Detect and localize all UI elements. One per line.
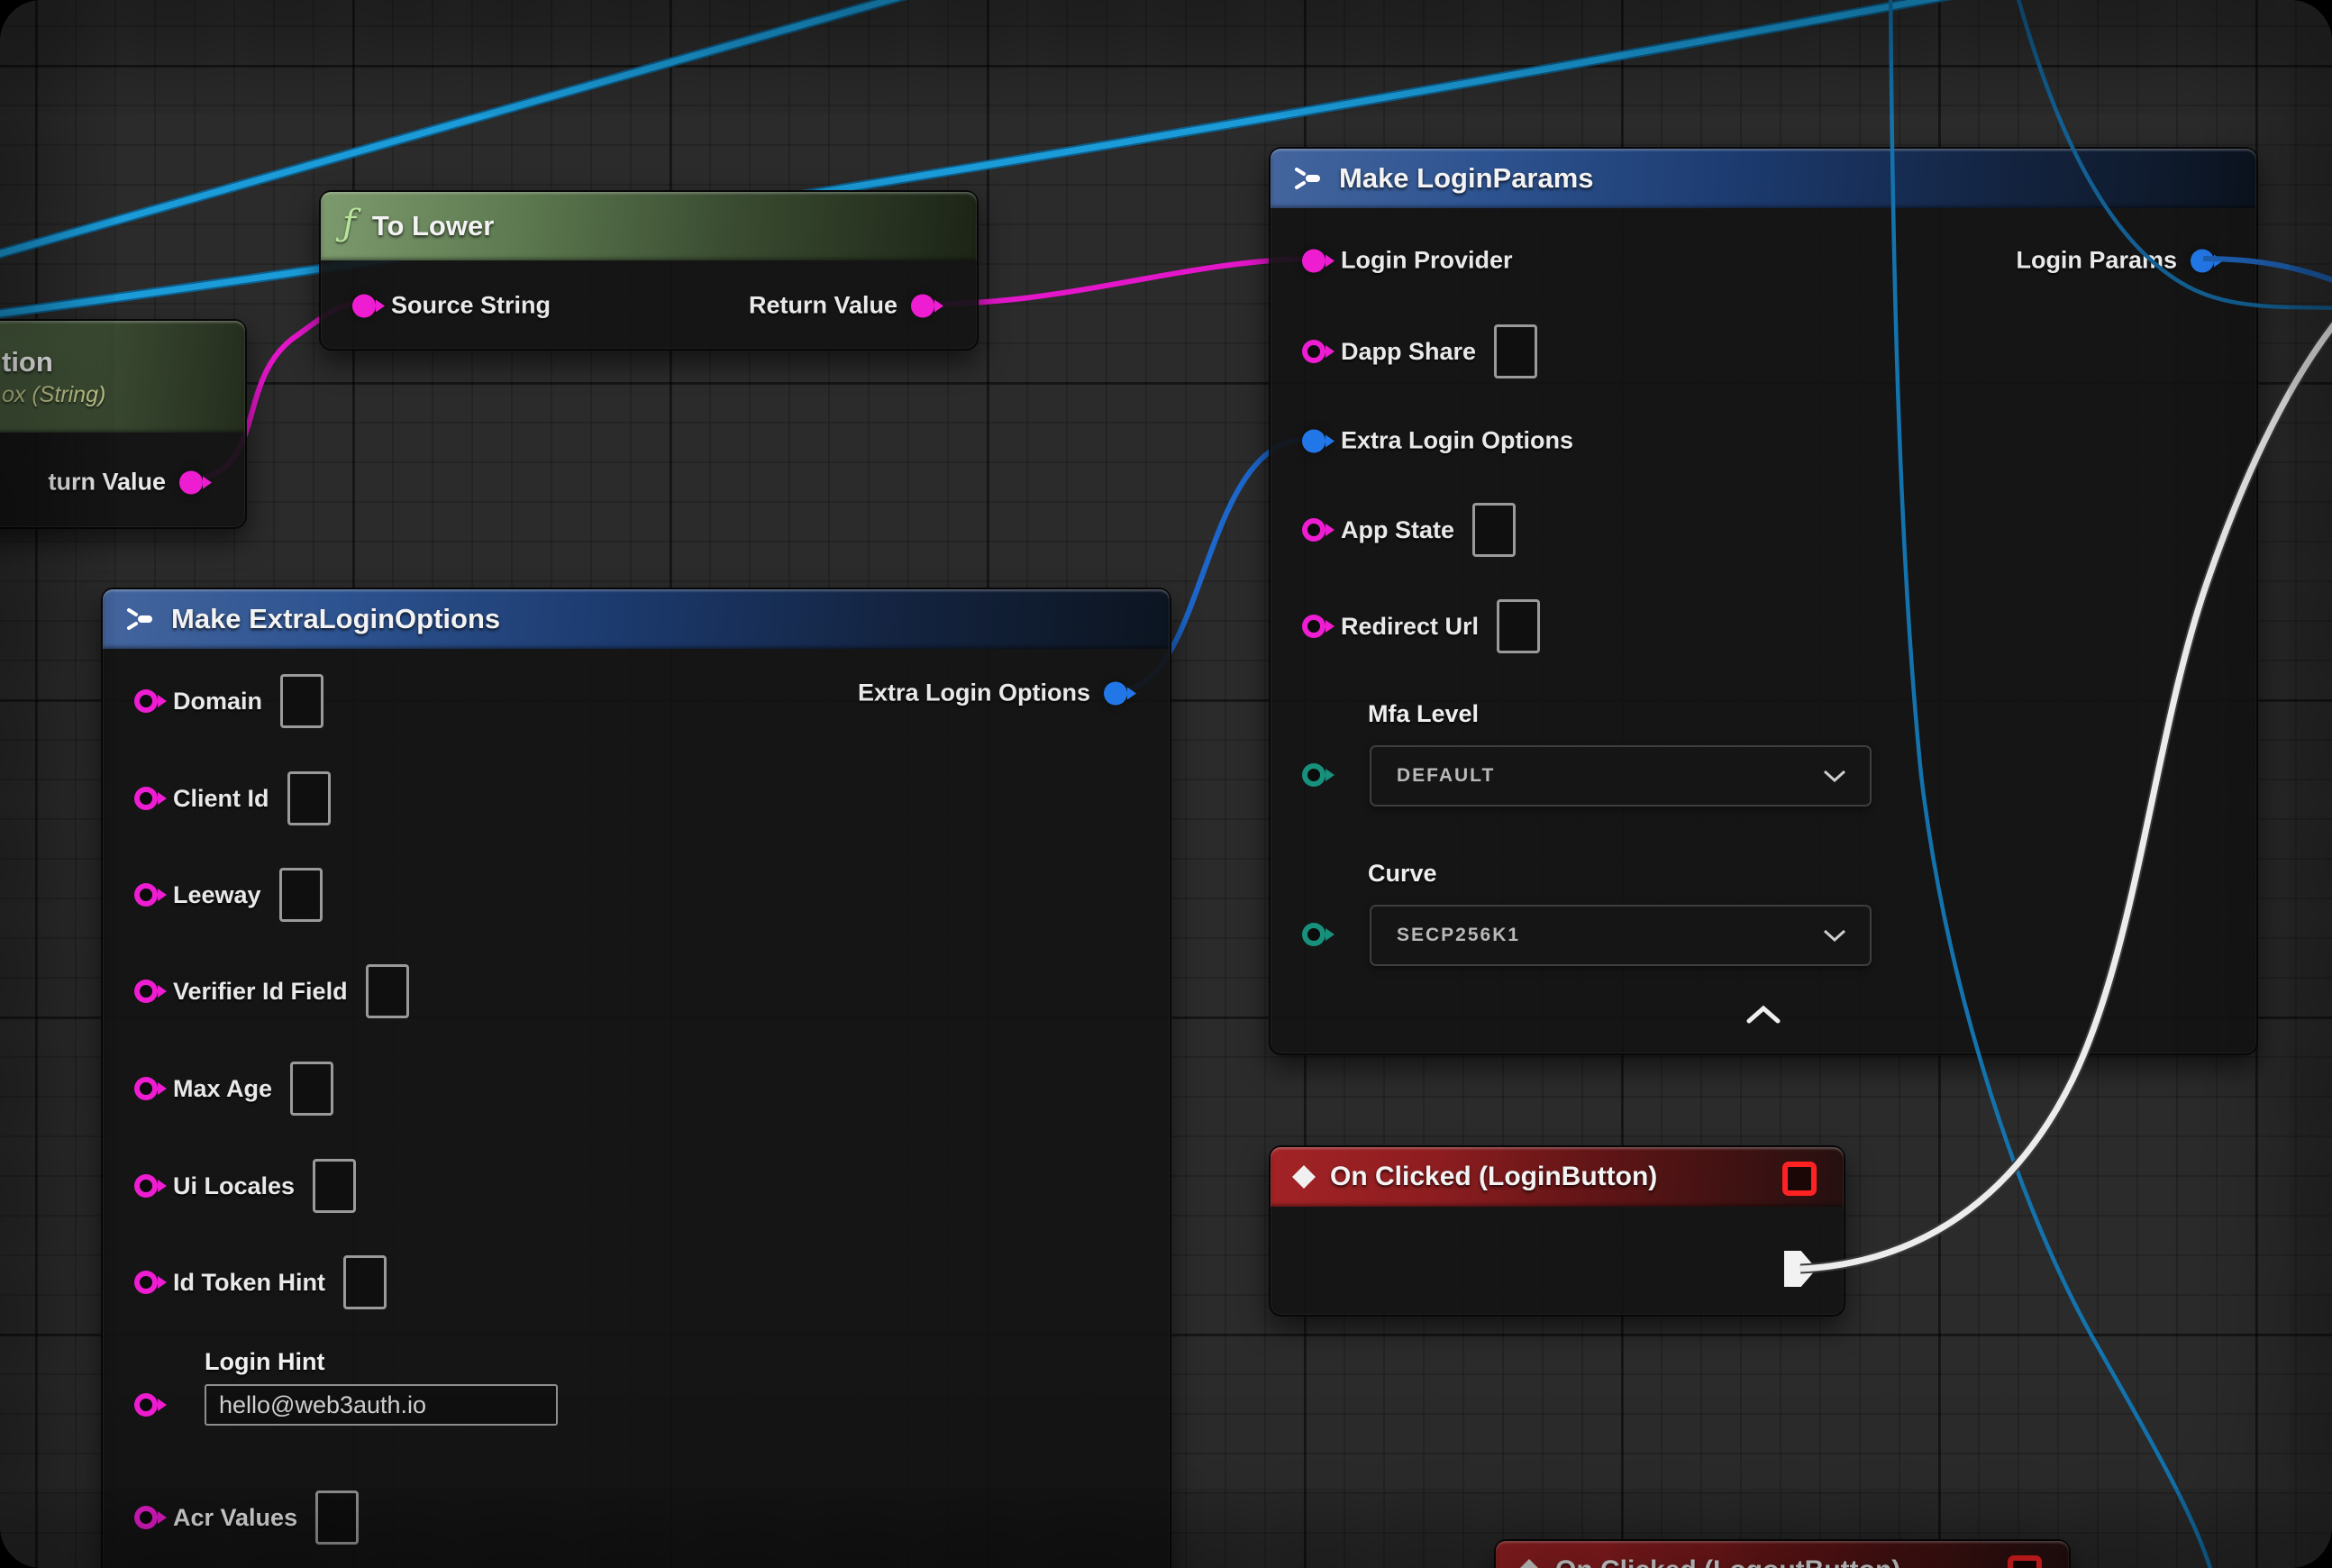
pin-row-id-token-hint: Id Token Hint [103,1255,1170,1309]
max-age-value-box[interactable] [290,1062,333,1116]
pin-label: Id Token Hint [173,1269,325,1297]
app-state-pin[interactable] [1302,518,1325,542]
login-hint-value: hello@web3auth.io [219,1391,426,1419]
login-hint-label: Login Hint [205,1348,324,1376]
mfa-level-dropdown[interactable]: DEFAULT [1370,745,1872,807]
verifier-id-field-value-box[interactable] [366,964,409,1018]
blueprint-graph-canvas[interactable]: tion ox (String) turn Value ƒ To Lower S… [0,0,2332,1568]
collapse-chevron-icon[interactable] [1745,1005,1781,1025]
chevron-down-icon [1823,769,1846,783]
domain-value-box[interactable] [280,674,323,728]
dapp-share-value-box[interactable] [1494,324,1537,378]
login-hint-input[interactable]: hello@web3auth.io [205,1384,558,1426]
mfa-level-label: Mfa Level [1368,700,1479,728]
node-title: Make LoginParams [1339,162,1594,195]
node-title: On Clicked (LogoutButton) [1555,1555,1900,1568]
acr-values-pin[interactable] [134,1506,158,1529]
return-value-pin[interactable] [179,470,203,494]
pin-label: Login Provider [1341,247,1513,275]
pin-row-ui-locales: Ui Locales [103,1159,1170,1213]
node-title: Make ExtraLoginOptions [171,603,500,635]
node-title: On Clicked (LoginButton) [1330,1162,1657,1192]
pin-row-redirect-url: Redirect Url [1271,599,2256,653]
node-title: To Lower [372,210,494,242]
extra-login-options-in-pin[interactable] [1302,429,1325,452]
function-icon: ƒ [342,205,356,242]
curve-label: Curve [1368,860,1437,888]
pin-label: App State [1341,516,1454,544]
pin-label: Return Value [749,292,897,320]
id-token-hint-value-box[interactable] [343,1255,387,1309]
make-struct-icon [124,607,155,631]
app-state-value-box[interactable] [1472,503,1516,557]
curve-value: SECP256K1 [1397,925,1823,946]
pin-label: Max Age [173,1075,272,1103]
pin-row-return-value: Return Value [749,292,977,320]
max-age-pin[interactable] [134,1077,158,1100]
login-provider-pin[interactable] [1302,249,1325,272]
pin-row-leeway: Leeway [103,868,1170,922]
leeway-pin[interactable] [134,883,158,907]
pin-label: turn Value [48,469,166,497]
delegate-pin[interactable] [1782,1162,1817,1196]
mfa-level-value: DEFAULT [1397,765,1823,787]
pin-label: Dapp Share [1341,338,1476,366]
verifier-id-field-pin[interactable] [134,980,158,1003]
pin-row-login-provider: Login Provider [1271,247,2256,275]
make-struct-icon [1292,167,1323,190]
client-id-pin[interactable] [134,787,158,810]
node-title: tion [2,346,53,378]
pin-row-return-value: turn Value [48,469,245,497]
redirect-url-pin[interactable] [1302,615,1325,638]
curve-pin[interactable] [1302,923,1325,946]
node-partial-function[interactable]: tion ox (String) turn Value [0,319,247,529]
return-value-pin[interactable] [911,294,934,317]
node-on-clicked-loginbutton[interactable]: On Clicked (LoginButton) [1269,1145,1845,1317]
login-hint-pin[interactable] [134,1393,158,1417]
event-diamond-icon [1517,1559,1541,1568]
leeway-value-box[interactable] [279,868,323,922]
ui-locales-value-box[interactable] [313,1159,356,1213]
pin-row-extra-login-options-in: Extra Login Options [1271,427,2256,455]
pin-row-acr-values: Acr Values [103,1491,1170,1545]
node-subtitle: ox (String) [2,382,105,408]
node-on-clicked-logoutbutton[interactable]: On Clicked (LogoutButton) [1494,1539,2071,1568]
pin-label: Client Id [173,785,269,813]
source-string-pin[interactable] [352,294,376,317]
curve-dropdown[interactable]: SECP256K1 [1370,905,1872,966]
pin-label: Domain [173,688,262,716]
pin-label: Source String [391,292,551,320]
node-make-extraloginoptions[interactable]: Make ExtraLoginOptions Extra Login Optio… [101,588,1171,1568]
client-id-value-box[interactable] [287,771,331,825]
node-make-loginparams[interactable]: Make LoginParams Login Params Login Prov… [1269,147,2258,1055]
node-to-lower[interactable]: ƒ To Lower Source String Return Value [319,190,979,351]
acr-values-value-box[interactable] [315,1491,359,1545]
pin-row-domain: Domain [103,674,1170,728]
ui-locales-pin[interactable] [134,1174,158,1198]
pin-label: Redirect Url [1341,613,1479,641]
pin-label: Extra Login Options [1341,427,1573,455]
pin-row-app-state: App State [1271,503,2256,557]
chevron-down-icon [1823,928,1846,943]
pin-label: Verifier Id Field [173,978,348,1006]
pin-row-max-age: Max Age [103,1062,1170,1116]
event-diamond-icon [1292,1165,1316,1189]
mfa-level-pin[interactable] [1302,763,1325,787]
pin-label: Acr Values [173,1504,297,1532]
pin-label: Leeway [173,881,261,909]
redirect-url-value-box[interactable] [1497,599,1540,653]
pin-row-verifier-id-field: Verifier Id Field [103,964,1170,1018]
dapp-share-pin[interactable] [1302,340,1325,363]
pin-label: Ui Locales [173,1172,295,1200]
id-token-hint-pin[interactable] [134,1271,158,1294]
domain-pin[interactable] [134,689,158,713]
pin-row-client-id: Client Id [103,771,1170,825]
exec-out-pin[interactable] [1784,1251,1817,1287]
pin-row-dapp-share: Dapp Share [1271,324,2256,378]
delegate-pin[interactable] [2008,1555,2042,1568]
